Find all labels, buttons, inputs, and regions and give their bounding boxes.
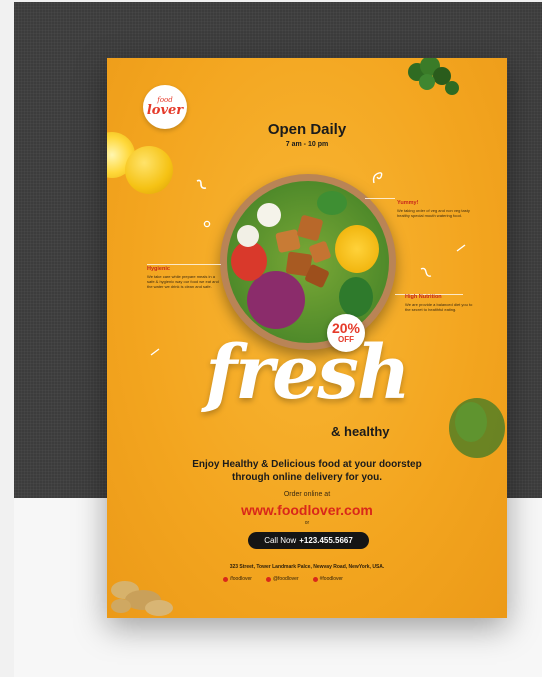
social-links: /foodlover @foodlover #foodlover: [223, 576, 343, 582]
instagram-icon: [312, 576, 318, 582]
salad-bowl-image: [220, 174, 396, 350]
circle-doodle-icon: [203, 220, 211, 228]
callout-line: [365, 198, 395, 199]
social-instagram[interactable]: #foodlover: [312, 576, 343, 582]
callout-nutrition-text: We are provide a balanced diet you to th…: [405, 302, 473, 312]
food-flyer: food lover Open Daily 7 am - 10 pm 20% O…: [107, 58, 507, 618]
website-url[interactable]: www.foodlover.com: [107, 502, 507, 518]
ginger-icon: [111, 581, 173, 616]
open-daily-title: Open Daily: [267, 121, 347, 138]
facebook-icon: [223, 576, 228, 582]
lemon-icon: [125, 146, 173, 194]
callout-yummy-text: We taking order of veg and non veg tasty…: [397, 208, 470, 218]
tagline: Enjoy Healthy & Delicious food at your d…: [107, 458, 507, 484]
social-twitter[interactable]: @foodlover: [265, 576, 299, 582]
healthy-subheadline: & healthy: [331, 424, 390, 439]
parsley-icon: [408, 58, 459, 95]
phone-number: +123.455.5667: [299, 536, 353, 545]
or-label: or: [304, 520, 310, 526]
facebook-handle: /foodlover: [230, 576, 252, 582]
squiggle-icon: [420, 267, 432, 277]
callout-hygienic-title: Hygienic: [147, 266, 170, 272]
logo-text-lover: lover: [146, 103, 184, 118]
callout-yummy-title: Yummy!: [397, 200, 419, 206]
squiggle-icon: [196, 179, 207, 189]
opening-hours: 7 am - 10 pm: [285, 141, 329, 148]
squiggle-icon: [456, 244, 466, 252]
address: 323 Street, Tower Landmark Palce, Newvay…: [229, 564, 385, 570]
callout-line: [147, 264, 221, 265]
tagline-line-1: Enjoy Healthy & Delicious food at your d…: [192, 459, 422, 470]
order-online-label: Order online at: [283, 491, 331, 498]
callout-hygienic: Hygienic We take care while prepare meal…: [147, 266, 219, 289]
instagram-handle: #foodlover: [319, 576, 343, 582]
swirl-doodle-icon: [372, 172, 383, 184]
call-now-pill[interactable]: Call Now +123.455.5667: [248, 532, 369, 549]
salad-contents: [227, 181, 389, 343]
tagline-line-2: through online delivery for you.: [231, 472, 382, 483]
call-now-label: Call Now: [264, 536, 297, 545]
twitter-handle: @foodlover: [272, 576, 299, 582]
callout-nutrition-title: High Nutrition: [405, 294, 442, 300]
callout-nutrition: High Nutrition We are provide a balanced…: [405, 294, 473, 312]
twitter-icon: [265, 576, 271, 582]
callout-hygienic-text: We take care while prepare meals in a sa…: [147, 274, 219, 289]
callout-yummy: Yummy! We taking order of veg and non ve…: [397, 200, 472, 218]
social-facebook[interactable]: /foodlover: [223, 576, 252, 582]
fresh-headline: fresh: [205, 330, 410, 416]
